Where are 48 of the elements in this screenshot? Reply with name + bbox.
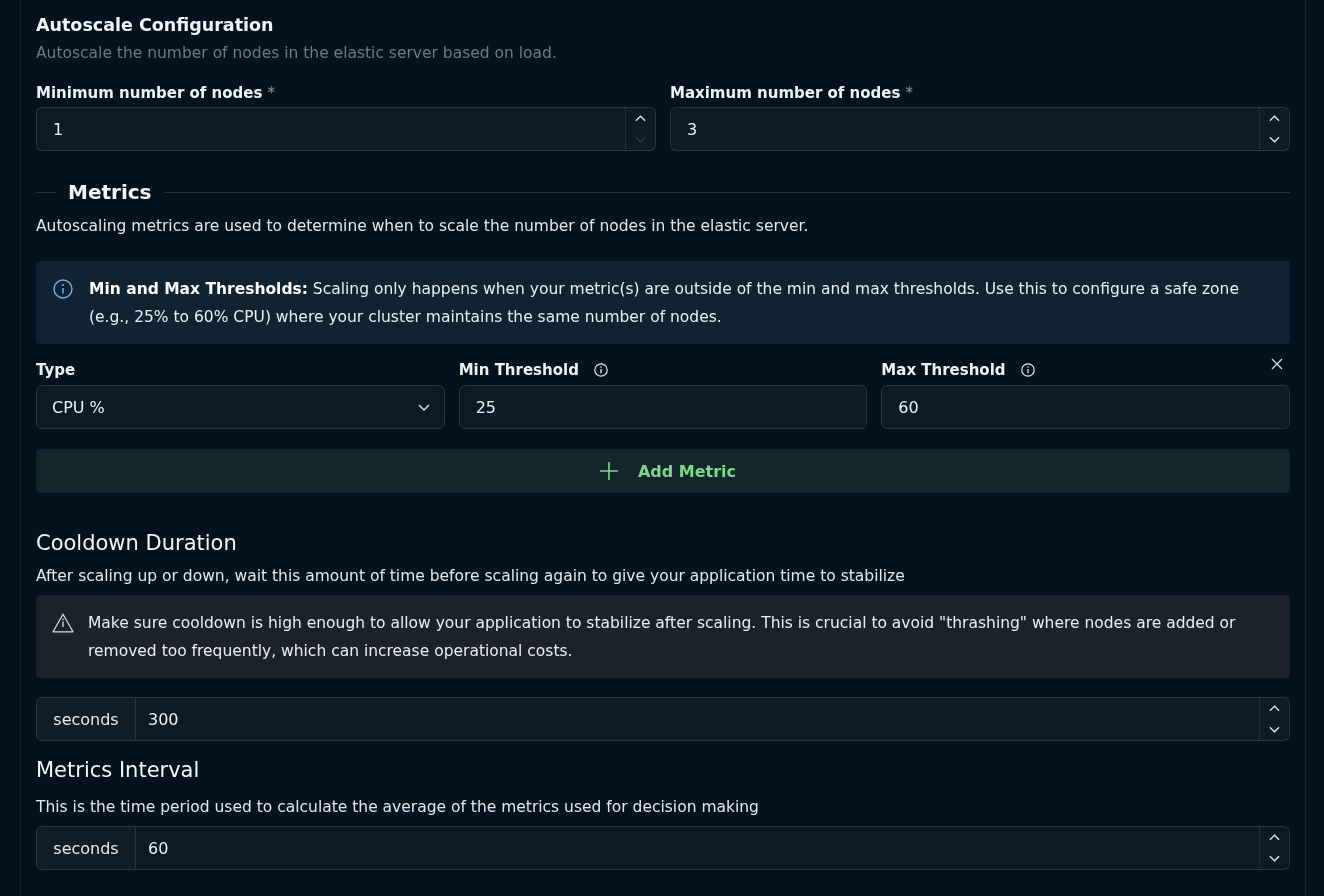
- decrement-button[interactable]: [1260, 848, 1290, 870]
- metrics-heading: Metrics: [68, 179, 152, 206]
- chevron-up-icon: [1269, 115, 1280, 122]
- close-button[interactable]: [1271, 358, 1283, 370]
- unit-addon: seconds: [36, 826, 136, 870]
- field-label: Minimum number of nodes: [36, 83, 263, 103]
- field-label: Max Threshold: [881, 360, 1006, 380]
- interval-description: This is the time period used to calculate the average of the metrics used for decision making: [36, 797, 759, 817]
- plus-icon: [599, 462, 618, 480]
- info-icon: [1020, 363, 1035, 377]
- increment-button[interactable]: [1260, 107, 1290, 129]
- field-label: Min Threshold: [458, 360, 579, 380]
- number-input[interactable]: 3: [670, 107, 1259, 151]
- section-title: Autoscale Configuration: [36, 14, 274, 37]
- chevron-up-icon: [635, 115, 646, 122]
- required-asterisk: *: [267, 83, 275, 103]
- info-text: Min and Max Thresholds: Scaling only happens when your metric(s) are outside of the min and max thresholds. Use this to configure a safe zone (e.g., 25% to 60% CPU) where your cluster maintains the same number of nodes.: [89, 279, 1240, 328]
- field-label: Type: [36, 360, 76, 380]
- cooldown-description: After scaling up or down, wait this amount of time before scaling again to give your application time to stabilize: [36, 566, 905, 586]
- number-input[interactable]: 1: [36, 107, 625, 151]
- field-label: Maximum number of nodes: [670, 83, 901, 103]
- warning-text: Make sure cooldown is high enough to allow your application to stabilize after scaling. This is crucial to avoid "thrashing" where nodes are added or removed too frequently, which can increase operational costs.: [88, 613, 1237, 662]
- decrement-button[interactable]: [1260, 129, 1290, 151]
- decrement-button[interactable]: [1260, 719, 1290, 741]
- increment-button[interactable]: [1260, 697, 1290, 719]
- close-icon: [1271, 358, 1283, 370]
- increment-button[interactable]: [626, 107, 656, 129]
- add-metric-button[interactable]: Add Metric: [36, 449, 1290, 493]
- unit-addon: seconds: [36, 697, 136, 741]
- chevron-up-icon: [1269, 834, 1280, 841]
- metrics-description: Autoscaling metrics are used to determine when to scale the number of nodes in the elastic server.: [36, 216, 809, 236]
- number-input[interactable]: 60: [136, 826, 1259, 870]
- warning-icon: [52, 613, 74, 633]
- cooldown-title: Cooldown Duration: [36, 530, 237, 557]
- required-asterisk: *: [905, 83, 913, 103]
- info-icon: [593, 363, 608, 377]
- section-description: Autoscale the number of nodes in the elastic server based on load.: [36, 43, 557, 63]
- max-threshold-input[interactable]: 60: [881, 385, 1290, 429]
- chevron-down-icon: [1269, 855, 1280, 862]
- number-input[interactable]: 300: [136, 697, 1259, 741]
- info-icon: [53, 279, 73, 299]
- increment-button[interactable]: [1260, 826, 1290, 848]
- min-threshold-input[interactable]: 25: [458, 385, 868, 429]
- chevron-up-icon: [1269, 705, 1280, 712]
- chevron-down-icon: [417, 403, 430, 411]
- interval-title: Metrics Interval: [36, 757, 200, 784]
- chevron-down-icon: [1269, 726, 1280, 733]
- type-select[interactable]: CPU %: [36, 385, 445, 429]
